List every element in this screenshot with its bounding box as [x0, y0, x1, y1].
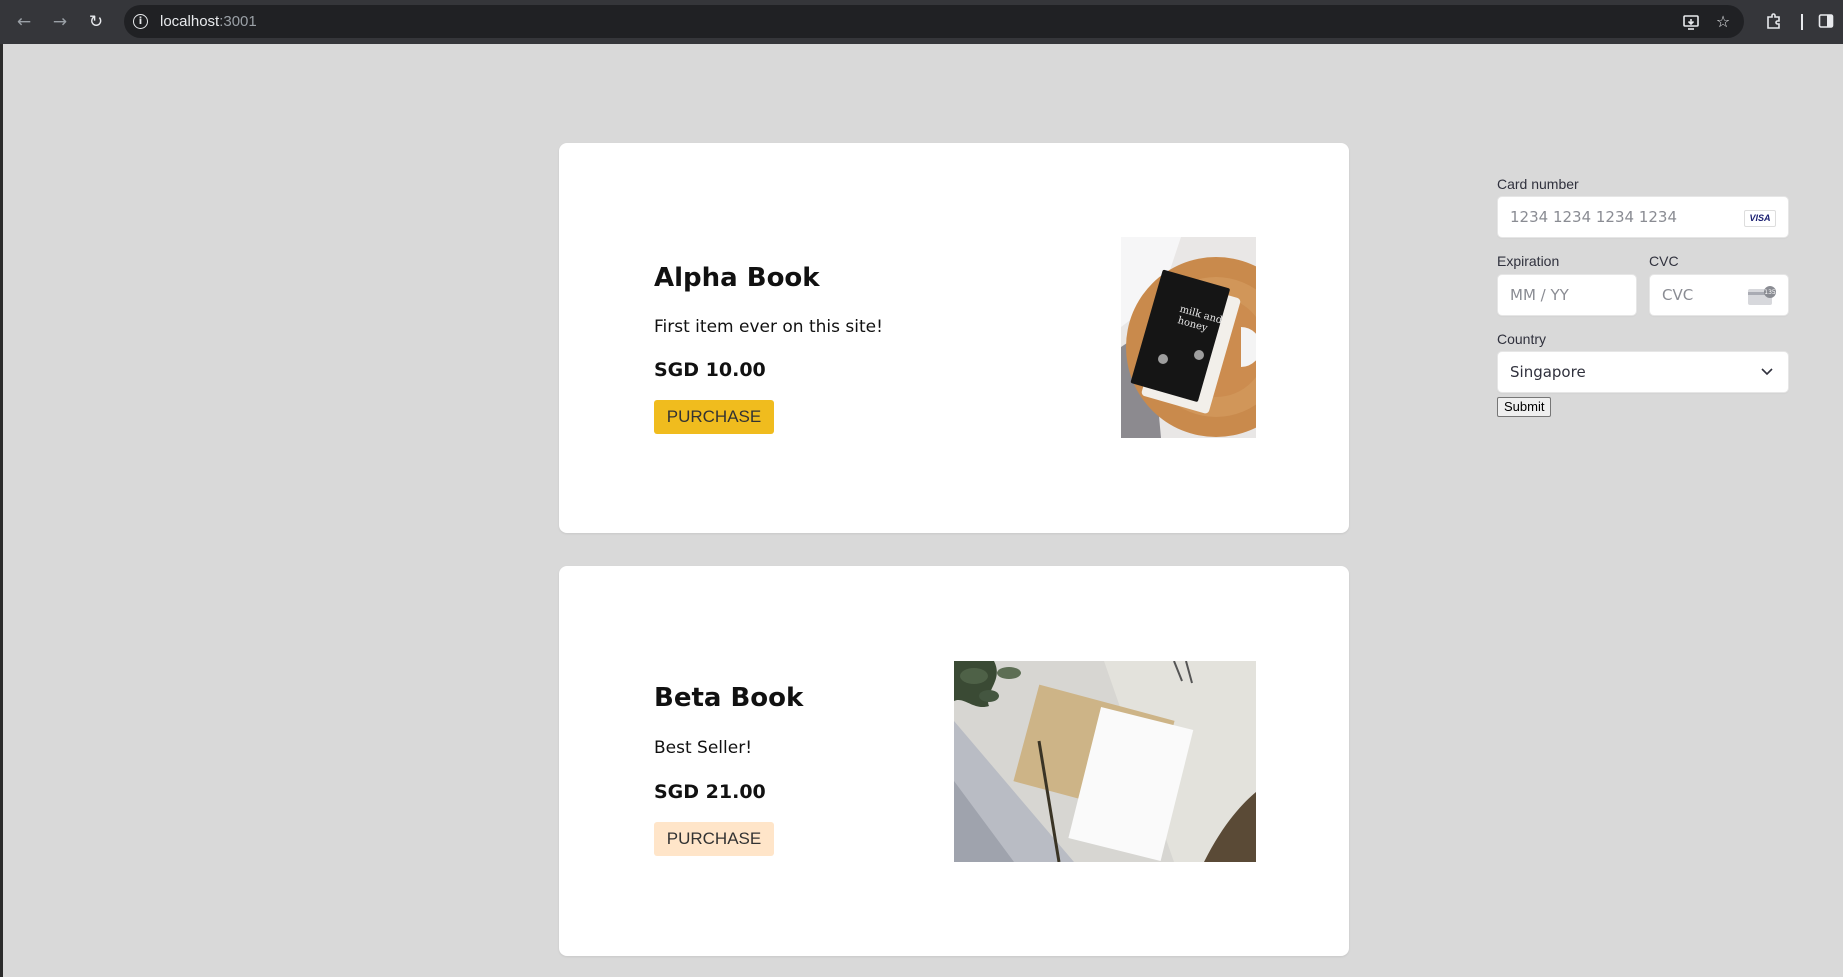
star-icon[interactable]: ☆ [1714, 13, 1732, 31]
side-panel-icon[interactable] [1816, 12, 1836, 32]
purchase-button[interactable]: PURCHASE [654, 822, 774, 856]
install-app-icon[interactable] [1682, 13, 1700, 31]
product-image: milk and honey [1121, 237, 1256, 438]
url-host: localhost [160, 13, 220, 30]
expiration-placeholder: MM / YY [1510, 286, 1569, 304]
submit-button[interactable]: Submit [1497, 397, 1552, 417]
puzzle-icon[interactable] [1764, 12, 1784, 32]
cvc-card-icon: 135 [1748, 286, 1776, 306]
cvc-placeholder: CVC [1662, 286, 1694, 304]
product-title: Beta Book [654, 683, 804, 713]
cvc-field[interactable]: CVC 135 [1649, 274, 1789, 316]
product-title: Alpha Book [654, 263, 820, 293]
cvc-icon-text: 135 [1764, 289, 1776, 296]
card-number-field[interactable]: 1234 1234 1234 1234 VISA [1497, 196, 1789, 238]
product-image [954, 661, 1256, 862]
country-select[interactable]: Singapore [1497, 351, 1789, 393]
purchase-button[interactable]: PURCHASE [654, 400, 774, 434]
browser-toolbar: ← → ↻ i localhost:3001 ☆ [0, 0, 1843, 44]
card-number-placeholder: 1234 1234 1234 1234 [1510, 208, 1677, 226]
url-port: :3001 [219, 13, 257, 30]
forward-arrow-icon[interactable]: → [50, 12, 70, 32]
chevron-down-icon [1760, 364, 1774, 382]
address-bar[interactable]: i localhost:3001 ☆ [124, 5, 1744, 38]
product-card-alpha: Alpha Book First item ever on this site!… [559, 143, 1349, 533]
product-description: Best Seller! [654, 738, 753, 758]
expiration-label: Expiration [1497, 253, 1560, 269]
info-icon[interactable]: i [133, 14, 148, 29]
cvc-label: CVC [1649, 253, 1679, 269]
card-number-label: Card number [1497, 176, 1579, 192]
back-arrow-icon[interactable]: ← [14, 12, 34, 32]
product-price: SGD 10.00 [654, 359, 766, 381]
product-description: First item ever on this site! [654, 317, 883, 337]
country-value: Singapore [1510, 363, 1586, 381]
product-card-beta: Beta Book Best Seller! SGD 21.00 PURCHAS… [559, 566, 1349, 956]
address-url[interactable]: localhost:3001 [160, 13, 257, 30]
country-label: Country [1497, 331, 1547, 347]
product-price: SGD 21.00 [654, 781, 766, 803]
visa-icon: VISA [1744, 210, 1776, 227]
reload-icon[interactable]: ↻ [86, 12, 106, 32]
toolbar-divider [1801, 14, 1803, 30]
expiration-field[interactable]: MM / YY [1497, 274, 1637, 316]
window-edge [0, 44, 3, 977]
